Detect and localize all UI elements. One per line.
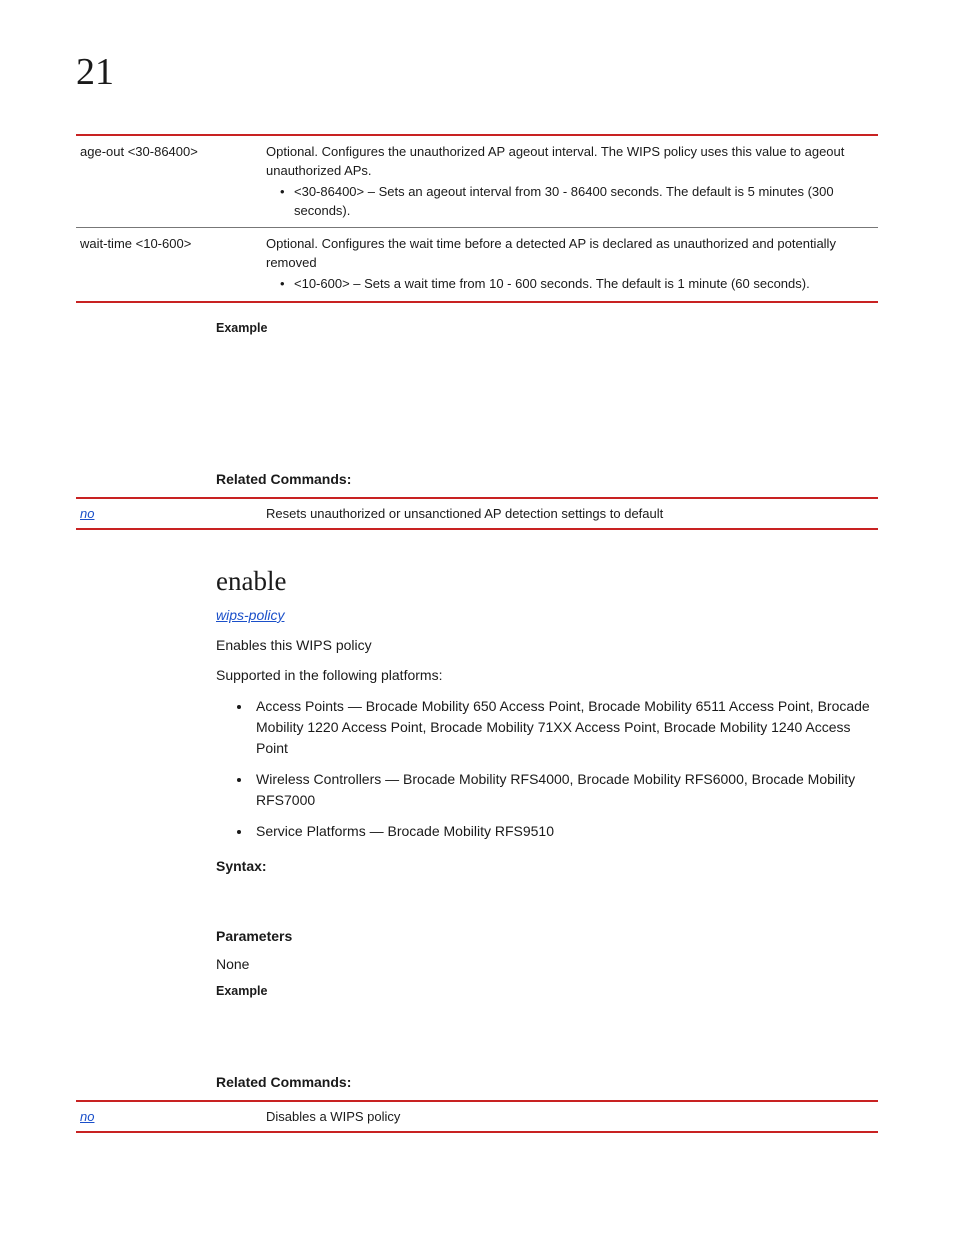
related-commands-table: no Resets unauthorized or unsanctioned A… <box>76 497 878 530</box>
related-commands-table: no Disables a WIPS policy <box>76 1100 878 1133</box>
example-heading: Example <box>216 321 878 335</box>
param-bullet: <30-86400> – Sets an ageout interval fro… <box>266 183 868 221</box>
param-name: wait-time <10-600> <box>76 228 262 302</box>
list-item: Access Points — Brocade Mobility 650 Acc… <box>252 696 878 759</box>
table-row: no Disables a WIPS policy <box>76 1101 878 1132</box>
platforms-list: Access Points — Brocade Mobility 650 Acc… <box>252 696 878 842</box>
table-row: wait-time <10-600> Optional. Configures … <box>76 228 878 302</box>
related-cmd-cell: no <box>76 1101 262 1132</box>
param-desc: Optional. Configures the unauthorized AP… <box>266 144 844 178</box>
wips-policy-link[interactable]: wips-policy <box>216 607 284 623</box>
related-cmd-desc: Disables a WIPS policy <box>262 1101 878 1132</box>
param-desc-cell: Optional. Configures the unauthorized AP… <box>262 135 878 228</box>
parameter-table: age-out <30-86400> Optional. Configures … <box>76 134 878 303</box>
related-commands-heading: Related Commands: <box>216 471 878 487</box>
parameters-none: None <box>216 954 878 974</box>
param-desc-cell: Optional. Configures the wait time befor… <box>262 228 878 302</box>
param-desc: Optional. Configures the wait time befor… <box>266 236 836 270</box>
supported-text: Supported in the following platforms: <box>216 665 878 685</box>
syntax-heading: Syntax: <box>216 858 878 874</box>
table-row: age-out <30-86400> Optional. Configures … <box>76 135 878 228</box>
table-row: no Resets unauthorized or unsanctioned A… <box>76 498 878 529</box>
example-heading: Example <box>216 984 878 998</box>
related-cmd-desc: Resets unauthorized or unsanctioned AP d… <box>262 498 878 529</box>
list-item: Service Platforms — Brocade Mobility RFS… <box>252 821 878 842</box>
related-cmd-cell: no <box>76 498 262 529</box>
related-cmd-link[interactable]: no <box>80 506 94 521</box>
list-item: Wireless Controllers — Brocade Mobility … <box>252 769 878 811</box>
param-name: age-out <30-86400> <box>76 135 262 228</box>
related-commands-heading: Related Commands: <box>216 1074 878 1090</box>
enable-section-title: enable <box>216 566 878 597</box>
related-cmd-link[interactable]: no <box>80 1109 94 1124</box>
enable-intro: Enables this WIPS policy <box>216 635 878 655</box>
param-bullet: <10-600> – Sets a wait time from 10 - 60… <box>266 275 868 294</box>
parameters-heading: Parameters <box>216 928 878 944</box>
chapter-number: 21 <box>76 50 878 94</box>
